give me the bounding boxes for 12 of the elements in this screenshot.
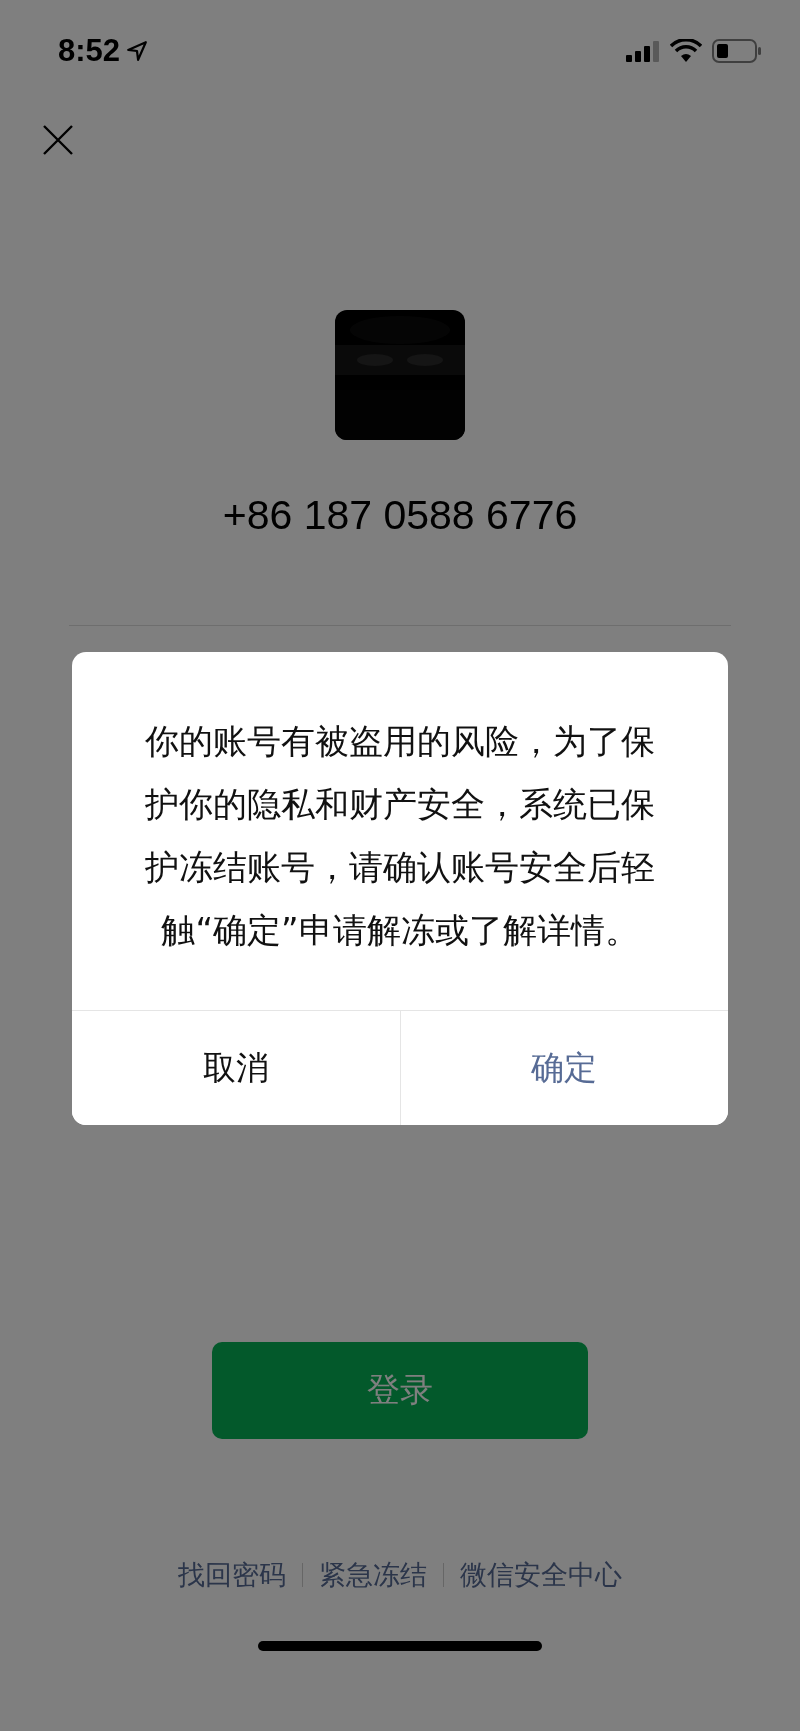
- close-button[interactable]: [42, 124, 74, 156]
- location-arrow-icon: [126, 40, 149, 62]
- status-time: 8:52: [58, 33, 121, 69]
- footer-link[interactable]: 紧急冻结: [319, 1557, 427, 1593]
- footer-link[interactable]: 找回密码: [178, 1557, 286, 1593]
- footer-link[interactable]: 微信安全中心: [460, 1557, 622, 1593]
- login-button[interactable]: 登录: [212, 1342, 588, 1439]
- close-icon: [42, 124, 74, 156]
- phone-number: +86 187 0588 6776: [222, 492, 578, 539]
- confirm-button[interactable]: 确定: [399, 1011, 728, 1125]
- wifi-icon: [670, 39, 702, 63]
- dialog-message: 你的账号有被盗用的风险，为了保护你的隐私和财产安全，系统已保护冻结账号，请确认账号安全后轻触“确定”申请解冻或了解详情。: [144, 720, 656, 952]
